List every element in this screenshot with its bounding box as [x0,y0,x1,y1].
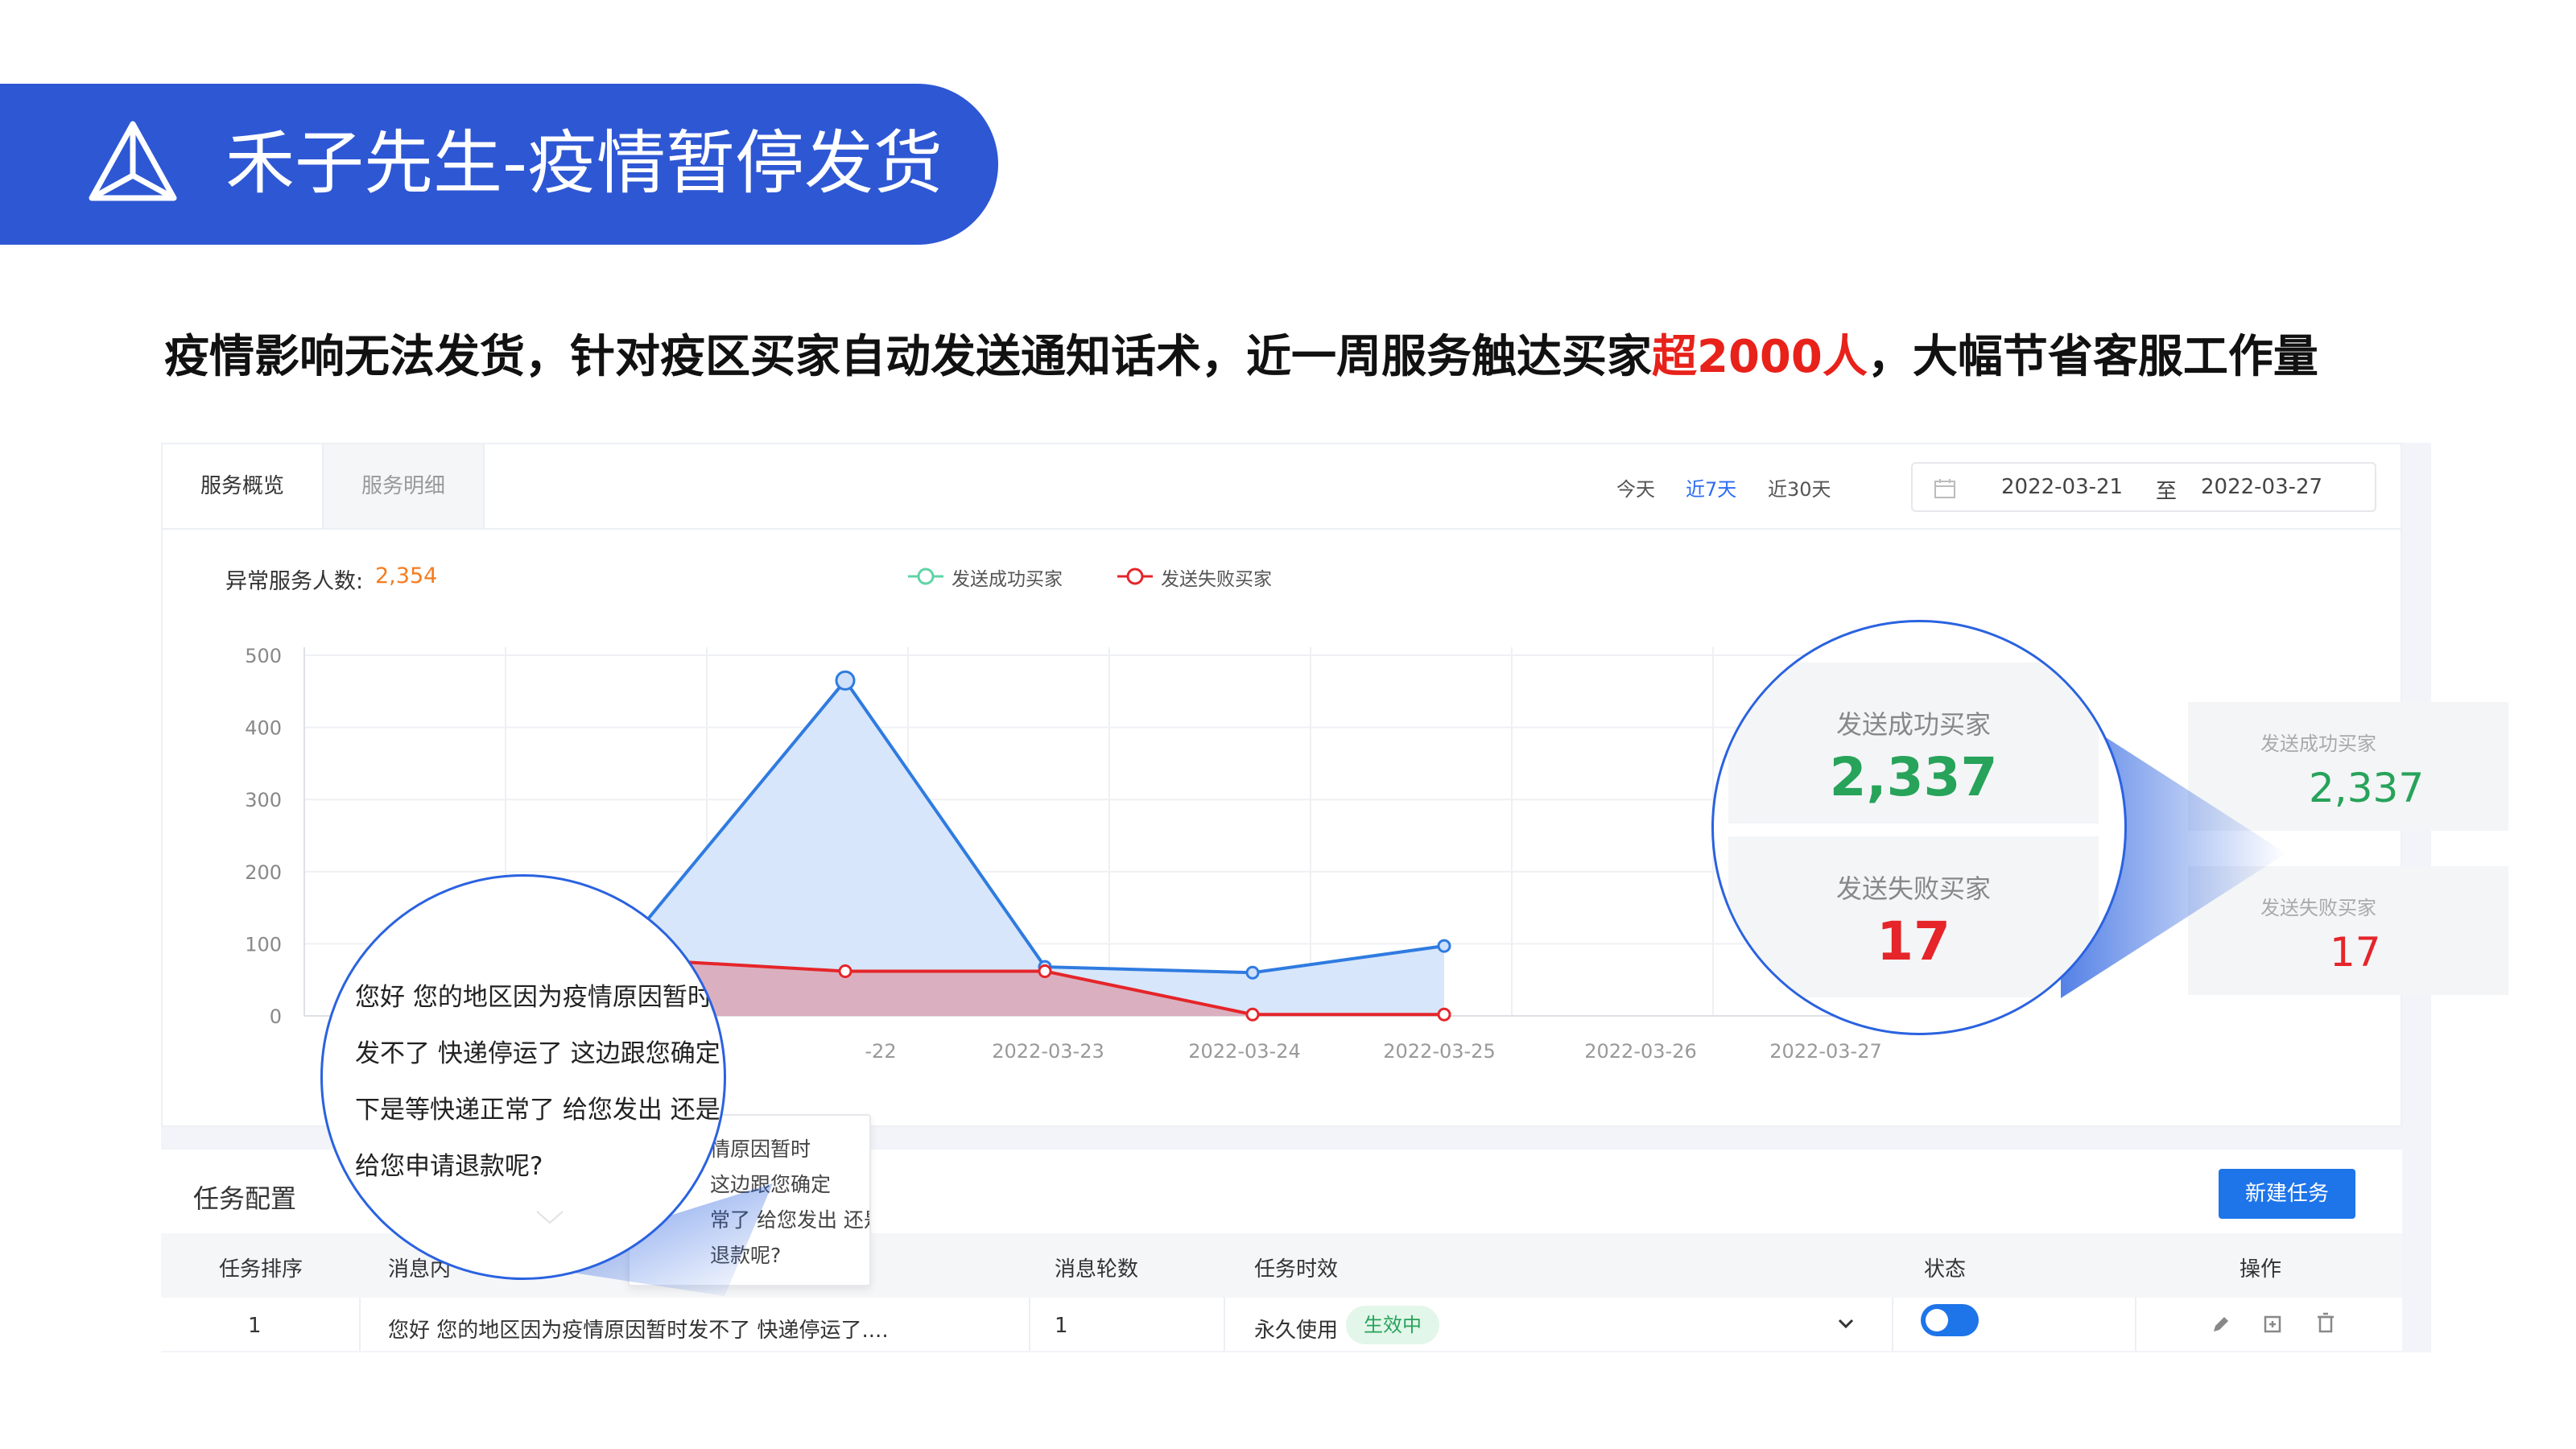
data-point [1437,1007,1451,1022]
x-tick-label: 2022-03-24 [1188,1040,1300,1063]
row-rounds: 1 [1055,1314,1068,1338]
x-tick-label: 2022-03-27 [1769,1040,1881,1063]
y-tick-label: 100 [245,933,282,956]
x-tick-label: 2022-03-23 [992,1040,1104,1063]
y-tick-label: 300 [245,789,282,811]
th-rounds: 消息轮数 [1055,1257,1139,1282]
magnified-success-value: 2,337 [1829,746,1998,808]
data-point [838,964,852,978]
tooltip-line: 情原因暂时 [710,1137,811,1161]
column-divider [1892,1298,1893,1351]
headline-text: 疫情影响无法发货，针对疫区买家自动发送通知话术，近一周服务触达买家 [164,331,1652,383]
status-badge: 生效中 [1346,1306,1439,1344]
message-magnifier: 您好 您的地区因为疫情原因暂时 发不了 快递停运了 这边跟您确定 下是等快递正常… [320,874,726,1280]
magnified-message-line: 下是等快递正常了 给您发出 还是 [355,1096,720,1125]
magnified-message-line: 给您申请退款呢? [355,1152,543,1181]
summary-success-value-small: 2,337 [2309,765,2425,811]
row-validity[interactable]: 永久使用 [1254,1314,1338,1344]
magnified-message-line: 您好 您的地区因为疫情原因暂时 [355,983,712,1012]
y-tick-label: 500 [245,645,282,667]
y-tick-label: 400 [245,717,282,740]
summary-fail-value-small: 17 [2330,929,2381,976]
status-toggle[interactable] [1921,1304,1979,1336]
row-order: 1 [248,1314,262,1338]
y-tick-label: 200 [245,861,282,884]
headline-text-end: ，大幅节省客服工作量 [1867,331,2318,383]
magnified-fail-value: 17 [1876,910,1951,972]
task-config-title: 任务配置 [193,1183,297,1214]
y-tick-label: 0 [270,1005,282,1028]
summary-magnifier: 发送成功买家 2,337 发送失败买家 17 [1711,620,2127,1035]
magnified-fail-card: 发送失败买家 17 [1728,836,2099,997]
magnified-success-card: 发送成功买家 2,337 [1728,663,2099,824]
edit-icon[interactable] [2211,1314,2231,1335]
data-point [1245,965,1260,980]
magnified-fail-label: 发送失败买家 [1835,873,1991,904]
prism-logo-icon [89,121,177,201]
chevron-down-icon[interactable] [1837,1317,1855,1331]
banner-title: 禾子先生-疫情暂停发货 [225,123,943,204]
x-tick-label: -22 [865,1040,896,1063]
data-point [1437,939,1451,953]
data-point [835,670,856,691]
column-divider [359,1298,361,1351]
th-actions: 操作 [2240,1257,2282,1282]
copy-icon[interactable] [2262,1312,2285,1335]
headline-highlight: 超2000人 [1652,331,1868,383]
magnified-success-label: 发送成功买家 [1835,709,1991,740]
new-task-button[interactable]: 新建任务 [2219,1169,2355,1219]
data-point [1038,964,1052,978]
x-tick-label: 2022-03-26 [1584,1040,1696,1063]
tooltip-pointer-icon [536,1211,564,1224]
headline: 疫情影响无法发货，针对疫区买家自动发送通知话术，近一周服务触达买家超2000人，… [164,324,2318,391]
column-divider [2135,1298,2136,1351]
column-divider [1224,1298,1225,1351]
toggle-knob [1926,1309,1948,1331]
x-tick-label: 2022-03-25 [1383,1040,1495,1063]
th-status: 状态 [1924,1257,1967,1282]
magnified-message-line: 发不了 快递停运了 这边跟您确定 [355,1039,720,1068]
th-order: 任务排序 [219,1257,303,1282]
th-validity: 任务时效 [1254,1257,1339,1282]
column-divider [1029,1298,1030,1351]
data-point [1245,1007,1260,1022]
delete-icon[interactable] [2315,1312,2336,1335]
